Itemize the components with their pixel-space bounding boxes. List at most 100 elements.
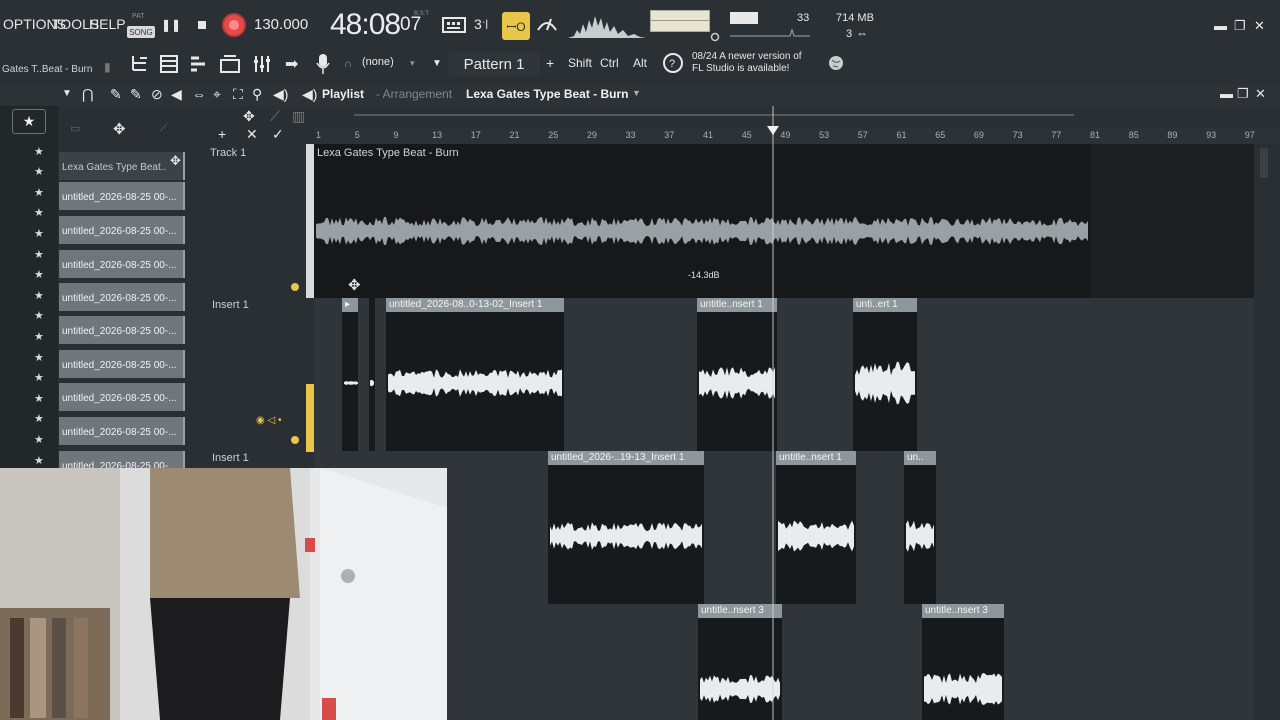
minimize-icon[interactable]: ▬	[1214, 18, 1227, 33]
audio-clip-header[interactable]: Lexa Gates Type Beat - Burn	[314, 146, 1090, 160]
microphone-icon[interactable]	[316, 53, 330, 75]
star-icon[interactable]: ★	[34, 248, 44, 261]
globe-icon[interactable]	[828, 55, 844, 71]
timeline-scrollbar[interactable]	[314, 108, 1280, 122]
add-pattern-button[interactable]: +	[546, 55, 554, 71]
track-led-icon[interactable]	[291, 283, 299, 291]
star-icon[interactable]: ★	[34, 309, 44, 322]
headphones-icon[interactable]: ∩	[344, 58, 352, 70]
star-icon[interactable]: ★	[34, 433, 44, 446]
snap-button[interactable]: ꟷO	[502, 12, 530, 40]
piano-roll-icon[interactable]	[189, 54, 209, 74]
clip-source-item[interactable]: untitled_2026-08-25 00-...	[59, 316, 185, 344]
audio-clip-header[interactable]: untitle..nsert 3	[922, 604, 1004, 618]
playlist-maximize-icon[interactable]: ❐	[1237, 86, 1249, 102]
star-icon[interactable]: ★	[34, 206, 44, 219]
playlist-close-icon[interactable]: ✕	[1255, 86, 1266, 102]
slip-icon[interactable]: ⇔	[192, 86, 206, 102]
track-label[interactable]: Track 1	[210, 147, 246, 159]
timeline-ruler[interactable]: 1 5 9 13 17 21 25 29 33 37 41 45 49 53 57 61 65 69 73 77 81 8…	[314, 128, 1280, 144]
add-icon[interactable]: +	[218, 126, 226, 142]
alt-key[interactable]: Alt	[633, 56, 647, 70]
track-led-icon[interactable]	[291, 436, 299, 444]
line-icon[interactable]: ⟋	[270, 108, 280, 125]
pattern-clip-icon[interactable]: ✥	[113, 120, 126, 138]
menu-help[interactable]: HELP	[89, 16, 126, 32]
picker-icon[interactable]: ▭	[70, 122, 80, 135]
track-lane[interactable]: untitled_2026-..19-13_Insert 1 untitle..…	[314, 451, 1254, 604]
time-display[interactable]: 48:08	[330, 8, 401, 42]
playlist-tracks[interactable]: Lexa Gates Type Beat - Burn ▸ untitled_2…	[314, 144, 1254, 720]
zoom-icon[interactable]: ⚲	[252, 86, 262, 103]
playhead[interactable]	[772, 106, 774, 720]
clip-source-item[interactable]: Lexa Gates Type Beat..	[59, 152, 185, 180]
clip-source-item[interactable]: untitled_2026-08-25 00-...	[59, 417, 185, 445]
audio-clip-header[interactable]: untitled_2026-08..0-13-02_Insert 1	[386, 298, 564, 312]
move-icon[interactable]: ✥	[243, 108, 255, 125]
track-lane[interactable]: untitle..nsert 3 untitle..nsert 3	[314, 604, 1254, 720]
grid-icon[interactable]: ▥	[292, 108, 305, 125]
clip-source-item[interactable]: untitled_2026-08-25 00-...	[59, 283, 185, 311]
playhead-marker-icon[interactable]	[767, 126, 779, 136]
speaker-icon[interactable]: ◀)	[302, 86, 317, 103]
star-icon[interactable]: ★	[34, 454, 44, 467]
help-icon[interactable]: ?	[662, 52, 684, 74]
pattern-selector[interactable]: Pattern 1	[448, 53, 540, 75]
step-edit-icon[interactable]: 3꜉	[474, 16, 489, 33]
shift-key[interactable]: Shift	[568, 56, 592, 70]
star-icon[interactable]: ★	[34, 186, 44, 199]
track-lane[interactable]: Lexa Gates Type Beat - Burn	[314, 144, 1254, 298]
arrangement-name[interactable]: Lexa Gates Type Beat - Burn	[466, 87, 629, 101]
playlist-icon[interactable]	[130, 54, 150, 74]
star-icon[interactable]: ★	[34, 371, 44, 384]
audio-clip-header[interactable]: untitle..nsert 1	[776, 451, 856, 465]
track-mute-icon[interactable]: ◉ ◁ •	[256, 415, 281, 426]
song-mode-button[interactable]: SONG	[127, 26, 155, 38]
audio-clip-header[interactable]: ▸	[342, 298, 358, 312]
cross-icon[interactable]: ✕	[246, 126, 258, 143]
maximize-icon[interactable]: ❐	[1234, 18, 1246, 34]
close-icon[interactable]: ✕	[1254, 18, 1265, 34]
typing-keyboard-icon[interactable]	[442, 16, 468, 34]
mixer-icon[interactable]	[252, 54, 272, 74]
slice-icon[interactable]: ⌖	[213, 86, 221, 103]
automation-icon[interactable]: ⟋	[160, 122, 168, 135]
audio-clip-header[interactable]: untitle..nsert 3	[698, 604, 782, 618]
star-icon[interactable]: ★	[34, 227, 44, 240]
star-icon[interactable]: ★	[34, 289, 44, 302]
playback-icon[interactable]: ◀)	[273, 86, 288, 103]
playlist-menu-arrow-icon[interactable]: ▼	[62, 88, 72, 99]
clip-source-item[interactable]: untitled_2026-08-25 00-...	[59, 216, 185, 244]
vertical-scrollbar[interactable]	[1254, 144, 1280, 720]
ctrl-key[interactable]: Ctrl	[600, 56, 619, 70]
delete-icon[interactable]: ⊘	[151, 86, 163, 103]
audio-clip-header[interactable]: unti..ert 1	[853, 298, 917, 312]
star-icon[interactable]: ★	[34, 392, 44, 405]
record-button[interactable]	[222, 13, 246, 37]
mute-icon[interactable]: ◀	[171, 86, 182, 103]
select-icon[interactable]: ⛶	[233, 86, 243, 103]
star-icon[interactable]: ★	[34, 268, 44, 281]
star-icon[interactable]: ★	[34, 412, 44, 425]
paint-icon[interactable]: ✎	[130, 86, 142, 103]
clip-source-item[interactable]: untitled_2026-08-25 00-...	[59, 383, 185, 411]
drag-clip-icon[interactable]: ✥	[170, 153, 181, 169]
favorites-button[interactable]: ★	[12, 109, 46, 134]
audio-clip-header[interactable]: untitle..nsert 1	[697, 298, 777, 312]
audio-clip-header[interactable]: untitled_2026-..19-13_Insert 1	[548, 451, 704, 465]
magnet-icon[interactable]: ⋂	[82, 86, 93, 103]
clip-source-item[interactable]: untitled_2026-08-25 00-...	[59, 250, 185, 278]
news-panel[interactable]: 08/24 A newer version of FL Studio is av…	[692, 51, 802, 75]
stop-button[interactable]	[192, 14, 212, 36]
star-icon[interactable]: ★	[34, 330, 44, 343]
check-icon[interactable]: ✓	[272, 126, 284, 143]
channel-rack-icon[interactable]	[160, 54, 178, 74]
browser-icon[interactable]	[220, 54, 240, 74]
pencil-icon[interactable]: ✎	[110, 86, 122, 103]
channel-select[interactable]: (none)	[362, 56, 394, 68]
arrow-right-icon[interactable]: ➡	[285, 54, 298, 74]
tempo-display[interactable]: 130.000	[254, 16, 308, 33]
dropdown-arrow-icon[interactable]: ▼	[432, 58, 442, 69]
metronome-icon[interactable]	[536, 14, 558, 34]
star-icon[interactable]: ★	[34, 145, 44, 158]
